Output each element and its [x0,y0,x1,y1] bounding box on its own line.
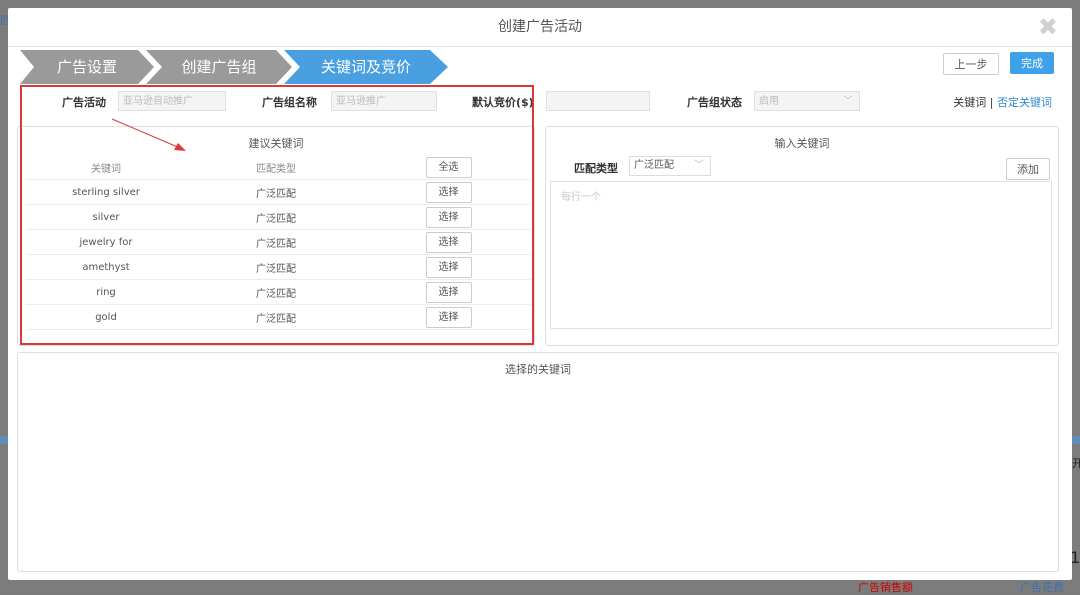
suggested-keywords-table: 关键词 匹配类型 全选 sterling silver 广泛匹配 选择 silv… [26,155,531,330]
step-label: 创建广告组 [181,58,257,76]
prev-step-button[interactable]: 上一步 [943,53,999,75]
modal-title: 创建广告活动 [8,8,1072,47]
selected-keywords-title: 选择的关键词 [505,363,571,376]
campaign-label: 广告活动 [62,96,106,109]
select-keyword-button[interactable]: 选择 [425,231,472,253]
background-spend-label: 广告花费 [1020,581,1064,594]
close-icon[interactable]: ✖ [1038,14,1058,40]
keywords-input[interactable] [550,181,1052,329]
adgroup-name-field[interactable]: 亚马逊推广 [331,91,437,111]
table-row: ring 广泛匹配 选择 [26,279,531,305]
match-type-value: 广泛匹配 [634,160,674,171]
select-keyword-button[interactable]: 选择 [425,206,472,228]
step-keywords-bidding[interactable]: 关键词及竞价 [284,50,448,84]
step-label: 广告设置 [56,58,117,76]
default-bid-label: 默认竞价($) [472,96,534,109]
match-type-cell: 广泛匹配 [186,254,366,280]
suggested-keywords-panel: 建议关键词 关键词 匹配类型 全选 sterling silver 广泛匹配 选… [17,126,535,346]
keyword-cell: ring [26,279,186,305]
keyword-cell: sterling silver [26,179,186,205]
keyword-cell: gold [26,304,186,330]
action-cell: 选择 [366,304,531,330]
select-keyword-button[interactable]: 选择 [425,306,472,328]
chevron-down-icon: ﹀ [694,160,704,171]
step-create-adgroup[interactable]: 创建广告组 [146,50,292,84]
action-cell: 选择 [366,279,531,305]
keyword-type-toggle: 关键词 | 否定关键词 [953,94,1052,110]
step-label: 关键词及竞价 [320,58,411,76]
selected-keywords-panel: 选择的关键词 [17,352,1059,572]
action-cell: 选择 [366,254,531,280]
match-type-cell: 广泛匹配 [186,204,366,230]
action-cell: 选择 [366,229,531,255]
keyword-column-header: 关键词 [26,155,186,180]
select-all-cell: 全选 [366,155,531,180]
table-row: jewelry for 广泛匹配 选择 [26,229,531,255]
select-keyword-button[interactable]: 选择 [425,181,472,203]
table-header-row: 关键词 匹配类型 全选 [26,155,531,180]
campaign-field[interactable]: 亚马逊自动推广 [118,91,226,111]
match-type-column-header: 匹配类型 [186,155,366,180]
match-type-select[interactable]: 广泛匹配 ﹀ [629,156,711,176]
keyword-cell: amethyst [26,254,186,280]
adgroup-status-select[interactable]: 启用 ﹀ [754,91,860,111]
suggested-keywords-title: 建议关键词 [248,137,304,150]
match-type-cell: 广泛匹配 [186,229,366,255]
select-all-button[interactable]: 全选 [425,156,472,178]
table-row: silver 广泛匹配 选择 [26,204,531,230]
done-button[interactable]: 完成 [1010,52,1054,74]
table-row: sterling silver 广泛匹配 选择 [26,179,531,205]
match-type-label: 匹配类型 [574,162,618,175]
status-value: 启用 [759,96,779,107]
default-bid-input[interactable] [546,91,650,111]
keyword-cell: silver [26,204,186,230]
add-keyword-button[interactable]: 添加 [1006,158,1050,180]
action-cell: 选择 [366,179,531,205]
action-cell: 选择 [366,204,531,230]
match-type-cell: 广泛匹配 [186,304,366,330]
step-ad-settings[interactable]: 广告设置 [20,50,154,84]
background-char: 开 [1072,457,1080,470]
adgroup-status-label: 广告组状态 [687,96,742,109]
create-campaign-modal: 创建广告活动 ✖ 广告设置 创建广告组 关键词及竞价 上一步 完成 广告活动 亚… [8,8,1072,580]
select-keyword-button[interactable]: 选择 [425,256,472,278]
negative-keywords-tab[interactable]: 否定关键词 [997,96,1052,109]
match-type-cell: 广泛匹配 [186,179,366,205]
keyword-cell: jewelry for [26,229,186,255]
chevron-down-icon: ﹀ [843,96,853,107]
adgroup-name-label: 广告组名称 [262,96,317,109]
separator: | [986,96,997,109]
table-row: amethyst 广泛匹配 选择 [26,254,531,280]
select-keyword-button[interactable]: 选择 [425,281,472,303]
input-keywords-title: 输入关键词 [774,137,830,150]
background-sales-label: 广告销售额 [858,581,913,594]
table-row: gold 广泛匹配 选择 [26,304,531,330]
match-type-cell: 广泛匹配 [186,279,366,305]
input-keywords-panel: 输入关键词 匹配类型 广泛匹配 ﹀ 添加 [545,126,1059,346]
keywords-tab[interactable]: 关键词 [953,96,986,109]
